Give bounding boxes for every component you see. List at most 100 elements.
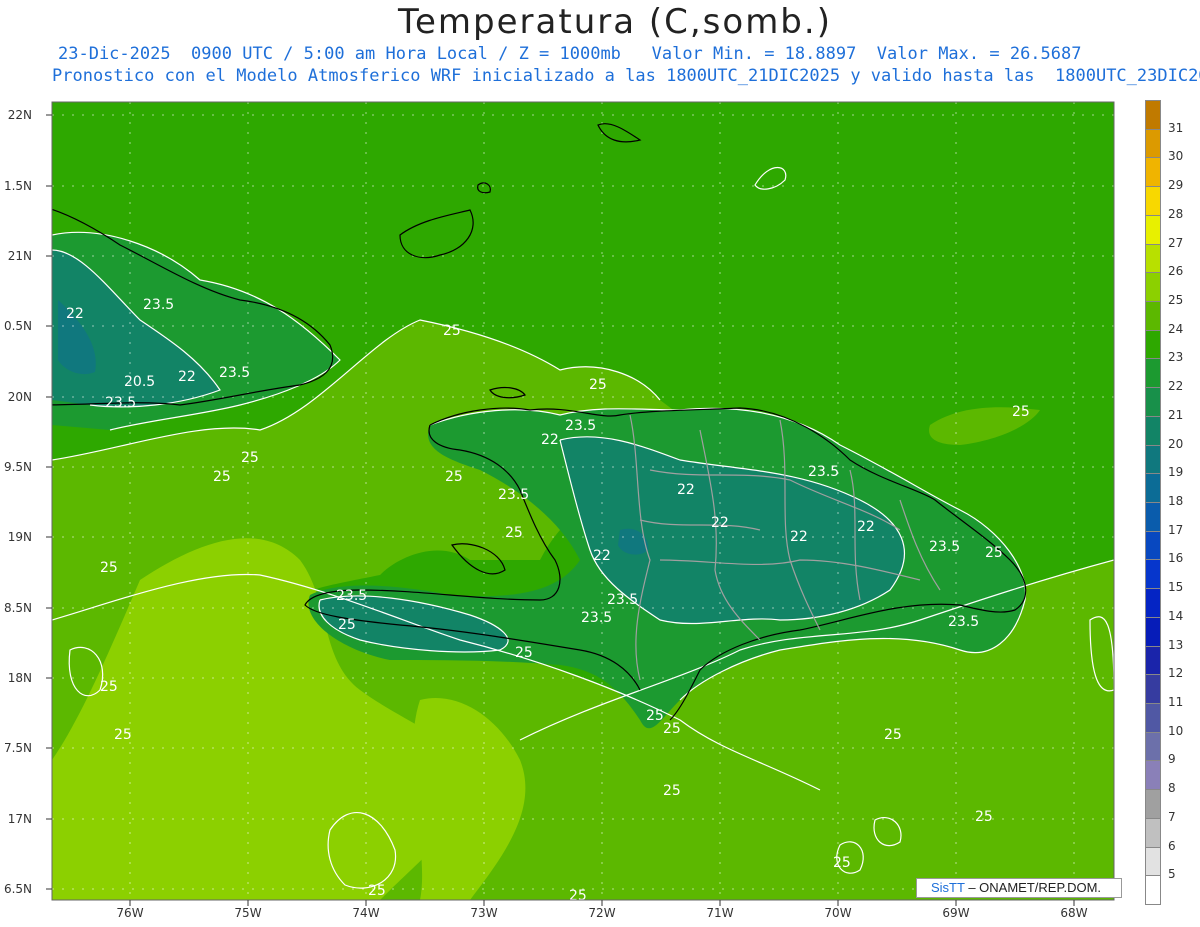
colorbar-swatch — [1145, 473, 1161, 503]
lon-label: 76W — [116, 906, 144, 920]
contour-label: 23.5 — [607, 592, 638, 608]
colorbar-swatch — [1145, 530, 1161, 561]
contour-label: 25 — [338, 617, 356, 633]
colorbar-swatch — [1145, 358, 1161, 389]
colorbar-label: 18 — [1168, 494, 1184, 508]
lat-label: 8.5N — [3, 601, 32, 615]
lat-label: 7.5N — [3, 741, 32, 755]
contour-label: 25 — [443, 323, 461, 339]
contour-label: 25 — [663, 783, 681, 799]
contour-label: 23.5 — [929, 539, 960, 555]
colorbar-swatch — [1145, 875, 1161, 905]
lat-label: 6.5N — [3, 882, 32, 896]
colorbar-swatch — [1145, 100, 1161, 130]
contour-label: 25 — [833, 855, 851, 871]
contour-label: 25 — [241, 450, 259, 466]
colorbar-swatch — [1145, 415, 1161, 446]
lon-label: 72W — [588, 906, 616, 920]
colorbar-label: 31 — [1168, 120, 1184, 135]
colorbar-swatch — [1145, 186, 1161, 216]
contour-label: 25 — [114, 727, 132, 743]
colorbar-label: 23 — [1168, 350, 1184, 365]
colorbar-label: 11 — [1168, 695, 1184, 709]
colorbar-swatch — [1145, 616, 1161, 647]
contour-label: 22 — [790, 529, 808, 545]
colorbar-label: 28 — [1168, 206, 1184, 221]
colorbar-label: 6 — [1168, 838, 1176, 853]
colorbar-label: 12 — [1168, 666, 1184, 681]
contour-label: 25 — [505, 525, 523, 541]
contour-label: 25 — [1012, 404, 1030, 420]
colorbar-swatch — [1145, 703, 1161, 733]
colorbar-swatch — [1145, 128, 1161, 159]
contour-label: 25 — [985, 545, 1003, 561]
colorbar-swatch — [1145, 645, 1161, 676]
temperature-map: 22 23.5 25 20.5 23.5 22 23.5 25 25 25 23… — [46, 101, 1115, 906]
colorbar-swatch — [1145, 789, 1161, 819]
contour-label: 25 — [100, 679, 118, 695]
contour-label: 22 — [541, 432, 559, 448]
lat-label: 9.5N — [3, 460, 32, 474]
contour-label: 25 — [445, 469, 463, 485]
colorbar-label: 22 — [1168, 379, 1184, 394]
colorbar-label: 15 — [1168, 580, 1184, 595]
colorbar-label: 8 — [1168, 781, 1176, 796]
contour-label: 25 — [213, 469, 231, 485]
contour-label: 23.5 — [336, 588, 367, 604]
contour-label: 22 — [857, 519, 875, 535]
contour-label: 25 — [975, 809, 993, 825]
colorbar-swatch — [1145, 387, 1161, 417]
credit-box: SisTT – ONAMET/REP.DOM. — [916, 878, 1122, 898]
contour-label: 22 — [677, 482, 695, 498]
lon-label: 73W — [470, 906, 498, 920]
colorbar-label: 24 — [1168, 321, 1184, 336]
lat-label: 21N — [7, 249, 32, 263]
lon-label: 74W — [352, 906, 380, 920]
colorbar-swatch — [1145, 731, 1161, 762]
contour-label: 25 — [663, 721, 681, 737]
lon-label: 75W — [234, 906, 262, 920]
colorbar-swatch — [1145, 301, 1161, 331]
contour-label: 23.5 — [581, 610, 612, 626]
colorbar-swatch — [1145, 502, 1161, 532]
colorbar-label: 9 — [1168, 752, 1176, 767]
contour-label: 25 — [100, 560, 118, 576]
colorbar-swatch — [1145, 272, 1161, 302]
colorbar-swatch — [1145, 846, 1161, 877]
lat-label: 17N — [7, 812, 32, 826]
colorbar-label: 7 — [1168, 809, 1176, 824]
lon-label: 68W — [1060, 906, 1088, 920]
colorbar-label: 16 — [1168, 551, 1184, 566]
map-subtitle-time: 23-Dic-2025 0900 UTC / 5:00 am Hora Loca… — [58, 44, 1082, 64]
contour-label: 22 — [178, 369, 196, 385]
lon-label: 70W — [824, 906, 852, 920]
contour-label: 25 — [515, 645, 533, 661]
colorbar-label: 20 — [1168, 436, 1184, 451]
colorbar-label: 21 — [1168, 407, 1184, 422]
lat-label: 0.5N — [3, 319, 32, 333]
contour-label: 25 — [569, 888, 587, 904]
contour-label: 22 — [593, 548, 611, 564]
colorbar-swatch — [1145, 157, 1161, 188]
lat-label: 18N — [7, 671, 32, 685]
contour-label: 25 — [368, 883, 386, 899]
colorbar-swatch — [1145, 674, 1161, 704]
colorbar-swatch — [1145, 760, 1161, 791]
colorbar-label: 19 — [1168, 465, 1184, 480]
colorbar-swatch — [1145, 243, 1161, 274]
colorbar-label: 5 — [1168, 867, 1176, 882]
contour-label: 23.5 — [808, 464, 839, 480]
map-subtitle-model: Pronostico con el Modelo Atmosferico WRF… — [52, 66, 1200, 86]
colorbar-label: 29 — [1168, 178, 1184, 193]
contour-label: 22 — [711, 515, 729, 531]
colorbar-swatch — [1145, 329, 1161, 360]
lat-label: 20N — [7, 390, 32, 404]
contour-label: 23.5 — [565, 418, 596, 434]
contour-label: 23.5 — [948, 614, 979, 630]
lon-label: 71W — [706, 906, 734, 920]
colorbar-label: 26 — [1168, 264, 1184, 279]
colorbar-swatch — [1145, 588, 1161, 618]
colorbar-label: 27 — [1168, 235, 1184, 250]
colorbar-label: 25 — [1168, 293, 1184, 307]
lat-label: 1.5N — [3, 179, 32, 193]
